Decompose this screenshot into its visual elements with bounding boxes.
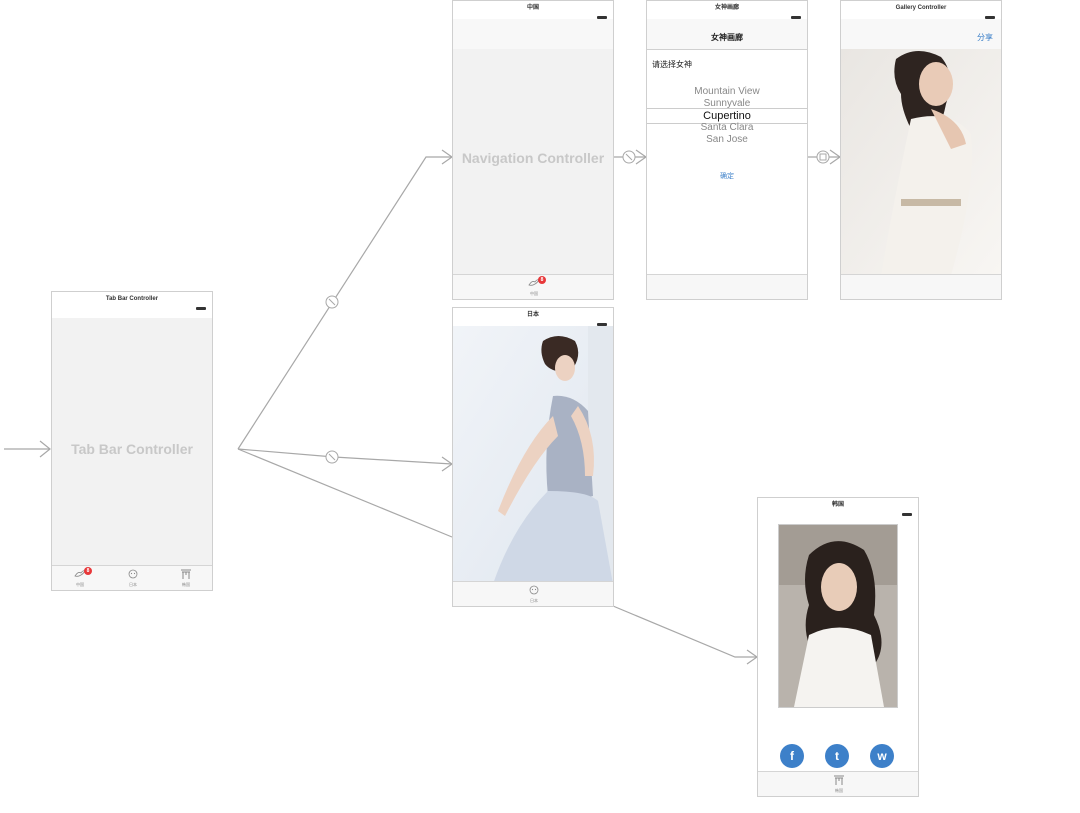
navigation-bar: 女神画廊: [647, 19, 807, 50]
storyboard-canvas[interactable]: { "tab_bar_controller": { "title": "Tab …: [0, 0, 1080, 813]
picker-item[interactable]: San Jose: [647, 134, 807, 145]
tab-bar: 韩国: [758, 771, 918, 796]
tab-label: 日本: [129, 582, 137, 587]
tab-bar: [647, 274, 807, 299]
picker-item[interactable]: Sunnyvale: [647, 98, 807, 109]
scene-title: 中国: [453, 1, 613, 16]
scene-title: 日本: [453, 308, 613, 323]
navigation-controller-scene[interactable]: 中国 Navigation Controller 8 中国: [452, 0, 614, 300]
face-icon: [128, 569, 138, 579]
tab-badge: 8: [84, 567, 92, 575]
share-button[interactable]: 分享: [977, 32, 993, 43]
twitter-icon: t: [835, 749, 839, 763]
scene-title: 韩国: [758, 498, 918, 513]
tab-bar: 日本: [453, 581, 613, 606]
tab-bar: [841, 274, 1001, 299]
tab-japan[interactable]: 日本: [113, 566, 153, 590]
picker-view[interactable]: Mountain View Sunnyvale Cupertino Santa …: [647, 85, 807, 149]
gate-icon: [834, 775, 844, 785]
tab-label: 日本: [530, 598, 538, 603]
japan-scene[interactable]: 日本 日本: [452, 307, 614, 607]
face-icon: [529, 585, 539, 595]
navigation-bar: 分享: [841, 19, 1001, 50]
status-bar: [52, 306, 212, 310]
gallery-photo: [841, 49, 1001, 275]
tab-label: 韩国: [835, 788, 843, 793]
navigation-bar: [453, 19, 613, 50]
segue-to-korea: [612, 605, 757, 658]
confirm-button[interactable]: 确定: [647, 171, 807, 181]
picker-item[interactable]: Mountain View: [647, 86, 807, 97]
scene-placeholder-label: Navigation Controller: [461, 150, 605, 166]
korea-scene[interactable]: 韩国 f t w 韩国: [757, 497, 919, 797]
tab-bar: 8 中国: [453, 274, 613, 299]
segue-tab-to-nav: [237, 156, 452, 450]
facebook-icon: f: [790, 749, 794, 763]
gallery-controller-scene[interactable]: Gallery Controller 分享: [840, 0, 1002, 300]
picker-prompt-label: 请选择女神: [652, 60, 692, 69]
battery-icon: [196, 307, 206, 310]
picker-scene[interactable]: 女神画廊 女神画廊 请选择女神 Mountain View Sunnyvale …: [646, 0, 808, 300]
tab-korea[interactable]: 韩国: [166, 566, 206, 590]
japan-photo: [453, 326, 613, 584]
tab-japan[interactable]: 日本: [514, 582, 554, 606]
picker-item[interactable]: Santa Clara: [647, 122, 807, 133]
scene-placeholder-label: Tab Bar Controller: [71, 441, 193, 457]
korea-photo: [778, 524, 898, 708]
picker-item-selected[interactable]: Cupertino: [647, 110, 807, 122]
tab-badge: 8: [538, 276, 546, 284]
tab-china[interactable]: 8 中国: [60, 566, 100, 590]
weibo-button[interactable]: w: [870, 744, 894, 768]
tab-korea[interactable]: 韩国: [819, 772, 859, 796]
tab-bar: 8 中国 日本 韩国: [52, 565, 212, 590]
facebook-button[interactable]: f: [780, 744, 804, 768]
status-bar: [758, 512, 918, 516]
tab-label: 中国: [530, 291, 538, 296]
tab-bar-controller-scene[interactable]: Tab Bar Controller Tab Bar Controller 8 …: [51, 291, 213, 591]
gate-icon: [181, 569, 191, 579]
nav-title: 女神画廊: [711, 33, 743, 42]
segue-node-icon: [816, 150, 830, 164]
tab-china[interactable]: 8 中国: [514, 275, 554, 299]
scene-title: Tab Bar Controller: [52, 292, 212, 307]
twitter-button[interactable]: t: [825, 744, 849, 768]
weibo-icon: w: [877, 749, 887, 763]
tab-label: 韩国: [182, 582, 190, 587]
scene-title: 女神画廊: [647, 1, 807, 16]
tab-label: 中国: [76, 582, 84, 587]
battery-icon: [902, 513, 912, 516]
scene-title: Gallery Controller: [841, 1, 1001, 16]
